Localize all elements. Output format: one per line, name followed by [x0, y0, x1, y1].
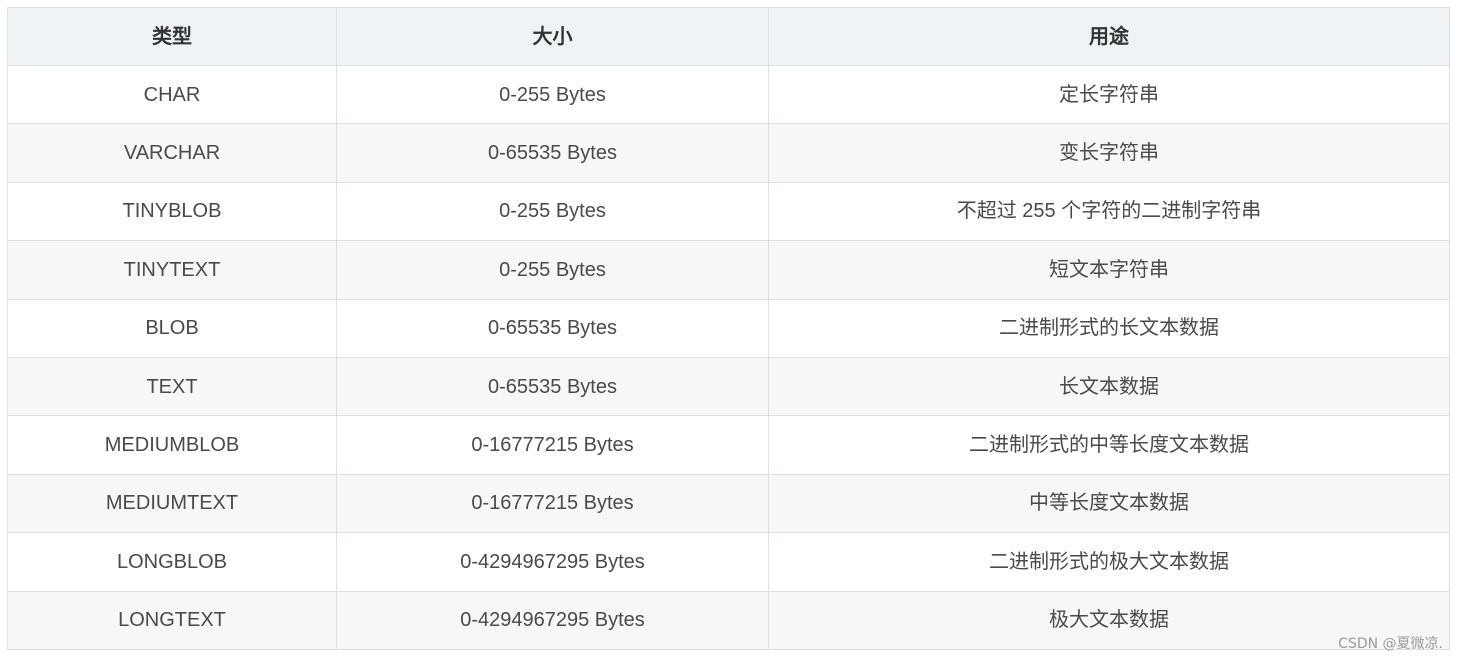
- table-row: LONGTEXT 0-4294967295 Bytes 极大文本数据: [7, 590, 1450, 650]
- header-type: 类型: [7, 7, 337, 66]
- cell-usage: 变长字符串: [768, 123, 1450, 183]
- table-header-row: 类型 大小 用途: [7, 7, 1450, 66]
- cell-size: 0-65535 Bytes: [336, 123, 769, 183]
- data-types-table: 类型 大小 用途 CHAR 0-255 Bytes 定长字符串 VARCHAR …: [7, 7, 1450, 650]
- table-row: VARCHAR 0-65535 Bytes 变长字符串: [7, 123, 1450, 183]
- cell-size: 0-65535 Bytes: [336, 298, 769, 358]
- cell-size: 0-4294967295 Bytes: [336, 532, 769, 592]
- table-row: BLOB 0-65535 Bytes 二进制形式的长文本数据: [7, 298, 1450, 358]
- table-row: TINYBLOB 0-255 Bytes 不超过 255 个字符的二进制字符串: [7, 181, 1450, 242]
- cell-type: VARCHAR: [7, 123, 337, 183]
- cell-usage: 中等长度文本数据: [768, 473, 1450, 534]
- cell-size: 0-4294967295 Bytes: [336, 590, 769, 650]
- table-row: TEXT 0-65535 Bytes 长文本数据: [7, 356, 1450, 417]
- table-row: MEDIUMTEXT 0-16777215 Bytes 中等长度文本数据: [7, 473, 1450, 534]
- cell-type: BLOB: [7, 298, 337, 358]
- header-usage: 用途: [768, 7, 1450, 66]
- cell-usage: 不超过 255 个字符的二进制字符串: [768, 181, 1450, 242]
- cell-size: 0-255 Bytes: [336, 240, 769, 300]
- table-row: LONGBLOB 0-4294967295 Bytes 二进制形式的极大文本数据: [7, 532, 1450, 592]
- cell-size: 0-16777215 Bytes: [336, 473, 769, 534]
- cell-size: 0-255 Bytes: [336, 64, 769, 125]
- data-types-table-container: 类型 大小 用途 CHAR 0-255 Bytes 定长字符串 VARCHAR …: [7, 7, 1450, 650]
- cell-type: MEDIUMTEXT: [7, 473, 337, 534]
- cell-type: LONGBLOB: [7, 532, 337, 592]
- header-size: 大小: [336, 7, 769, 66]
- table-row: MEDIUMBLOB 0-16777215 Bytes 二进制形式的中等长度文本…: [7, 415, 1450, 475]
- cell-usage: 短文本字符串: [768, 240, 1450, 300]
- cell-size: 0-65535 Bytes: [336, 356, 769, 417]
- cell-size: 0-255 Bytes: [336, 181, 769, 242]
- cell-type: LONGTEXT: [7, 590, 337, 650]
- cell-type: CHAR: [7, 64, 337, 125]
- cell-usage: 二进制形式的长文本数据: [768, 298, 1450, 358]
- cell-size: 0-16777215 Bytes: [336, 415, 769, 475]
- csdn-watermark: CSDN @夏微凉.: [1338, 636, 1443, 652]
- cell-usage: 二进制形式的极大文本数据: [768, 532, 1450, 592]
- cell-usage: 定长字符串: [768, 64, 1450, 125]
- table-row: CHAR 0-255 Bytes 定长字符串: [7, 64, 1450, 125]
- cell-type: TINYTEXT: [7, 240, 337, 300]
- table-row: TINYTEXT 0-255 Bytes 短文本字符串: [7, 240, 1450, 300]
- cell-type: MEDIUMBLOB: [7, 415, 337, 475]
- cell-usage: 长文本数据: [768, 356, 1450, 417]
- cell-type: TINYBLOB: [7, 181, 337, 242]
- cell-usage: 二进制形式的中等长度文本数据: [768, 415, 1450, 475]
- cell-type: TEXT: [7, 356, 337, 417]
